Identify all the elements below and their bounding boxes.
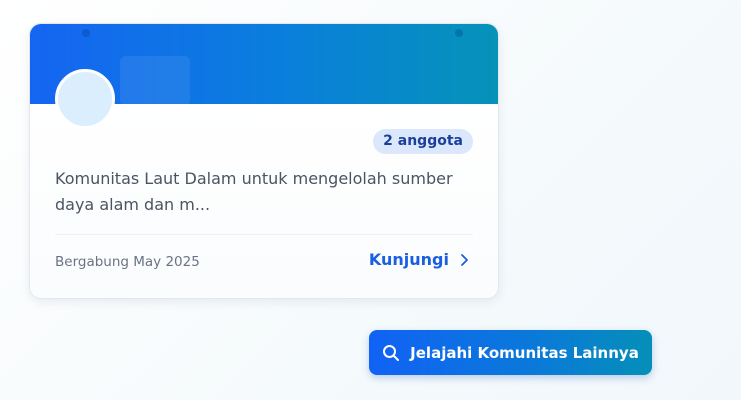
explore-communities-button[interactable]: Jelajahi Komunitas Lainnya	[369, 330, 652, 375]
banner-decoration	[120, 56, 190, 106]
divider	[55, 234, 473, 235]
community-card[interactable]: 2 anggota Komunitas Laut Dalam untuk men…	[29, 23, 499, 299]
search-icon	[383, 344, 400, 361]
chevron-right-icon	[461, 253, 468, 266]
visit-label: Kunjungi	[368, 250, 449, 269]
joined-date: Bergabung May 2025	[55, 254, 200, 270]
community-avatar	[55, 69, 115, 129]
banner-decoration	[455, 29, 463, 37]
page: 2 anggota Komunitas Laut Dalam untuk men…	[0, 0, 741, 400]
member-count-badge: 2 anggota	[373, 129, 473, 154]
banner-decoration	[82, 29, 90, 37]
explore-button-label: Jelajahi Komunitas Lainnya	[410, 343, 639, 362]
visit-link[interactable]: Kunjungi	[369, 250, 471, 269]
community-description: Komunitas Laut Dalam untuk mengelolah su…	[55, 169, 453, 214]
